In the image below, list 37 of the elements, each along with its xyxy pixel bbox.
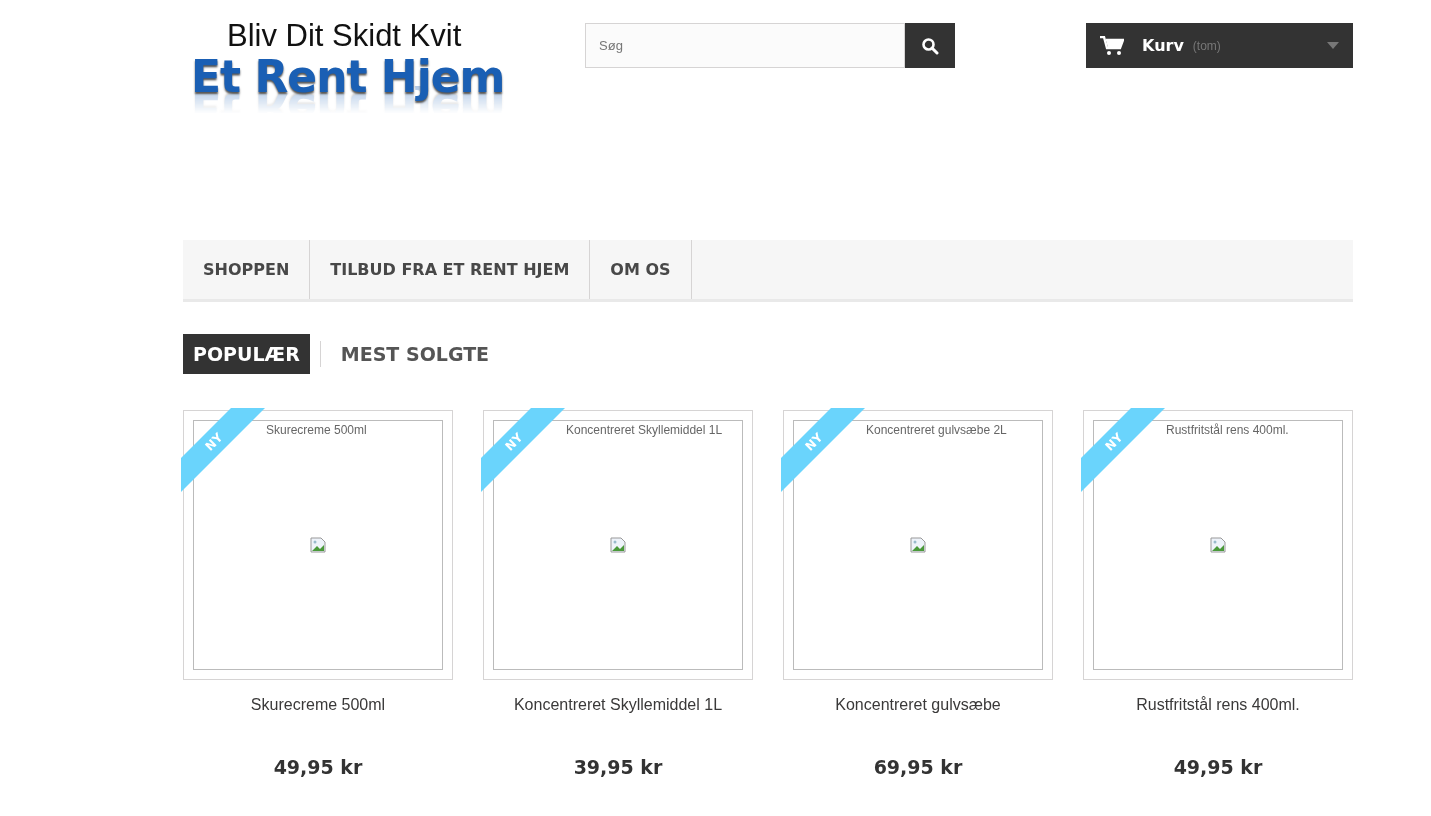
caret-icon	[1327, 42, 1339, 49]
search-button[interactable]	[905, 23, 955, 68]
broken-image-icon	[910, 537, 926, 553]
image-alt-text: Koncentreret Skyllemiddel 1L	[566, 423, 723, 437]
product-image-frame[interactable]: Rustfritstål rens 400ml. NY	[1083, 410, 1353, 680]
cart-button[interactable]: Kurv (tom)	[1086, 23, 1353, 68]
search-icon	[921, 36, 939, 55]
product-name[interactable]: Koncentreret gulvsæbe	[835, 696, 1001, 714]
new-ribbon: NY	[181, 408, 266, 493]
new-ribbon: NY	[481, 408, 566, 493]
product-name[interactable]: Koncentreret Skyllemiddel 1L	[513, 696, 723, 714]
product-image-frame[interactable]: Skurecreme 500ml NY	[183, 410, 453, 680]
product-image-frame[interactable]: Koncentreret Skyllemiddel 1L NY	[483, 410, 753, 680]
image-alt-text: Skurecreme 500ml	[266, 423, 367, 437]
new-ribbon: NY	[1081, 408, 1166, 493]
broken-image-icon	[610, 537, 626, 553]
tab[interactable]: POPULÆR	[183, 334, 310, 374]
product-price: 49,95 kr	[1173, 756, 1263, 778]
menu-item[interactable]: TILBUD FRA ET RENT HJEM	[310, 240, 591, 299]
product-image-frame[interactable]: Koncentreret gulvsæbe 2L NY	[783, 410, 1053, 680]
product-name[interactable]: Rustfritstål rens 400ml.	[1136, 696, 1300, 714]
menu-item[interactable]: SHOPPEN	[183, 240, 311, 299]
search-field[interactable]: Søg	[585, 23, 905, 68]
broken-image-icon	[310, 537, 326, 553]
product-price: 39,95 kr	[573, 756, 663, 778]
product-name[interactable]: Skurecreme 500ml	[250, 696, 386, 714]
product-price: 49,95 kr	[273, 756, 363, 778]
broken-image-icon	[1210, 537, 1226, 553]
image-alt-text: Rustfritstål rens 400ml.	[1166, 423, 1289, 437]
tab[interactable]: MEST SOLGTE	[330, 334, 500, 374]
menu-item[interactable]: OM OS	[590, 240, 692, 299]
logo-tagline: Bliv Dit Skidt Kvit	[226, 18, 462, 54]
cart-icon	[1100, 35, 1124, 56]
new-ribbon: NY	[781, 408, 866, 493]
product-price: 69,95 kr	[873, 756, 963, 778]
logo-wordmark[interactable]: Et Rent Hjem	[191, 54, 505, 101]
image-alt-text: Koncentreret gulvsæbe 2L	[866, 423, 1007, 437]
